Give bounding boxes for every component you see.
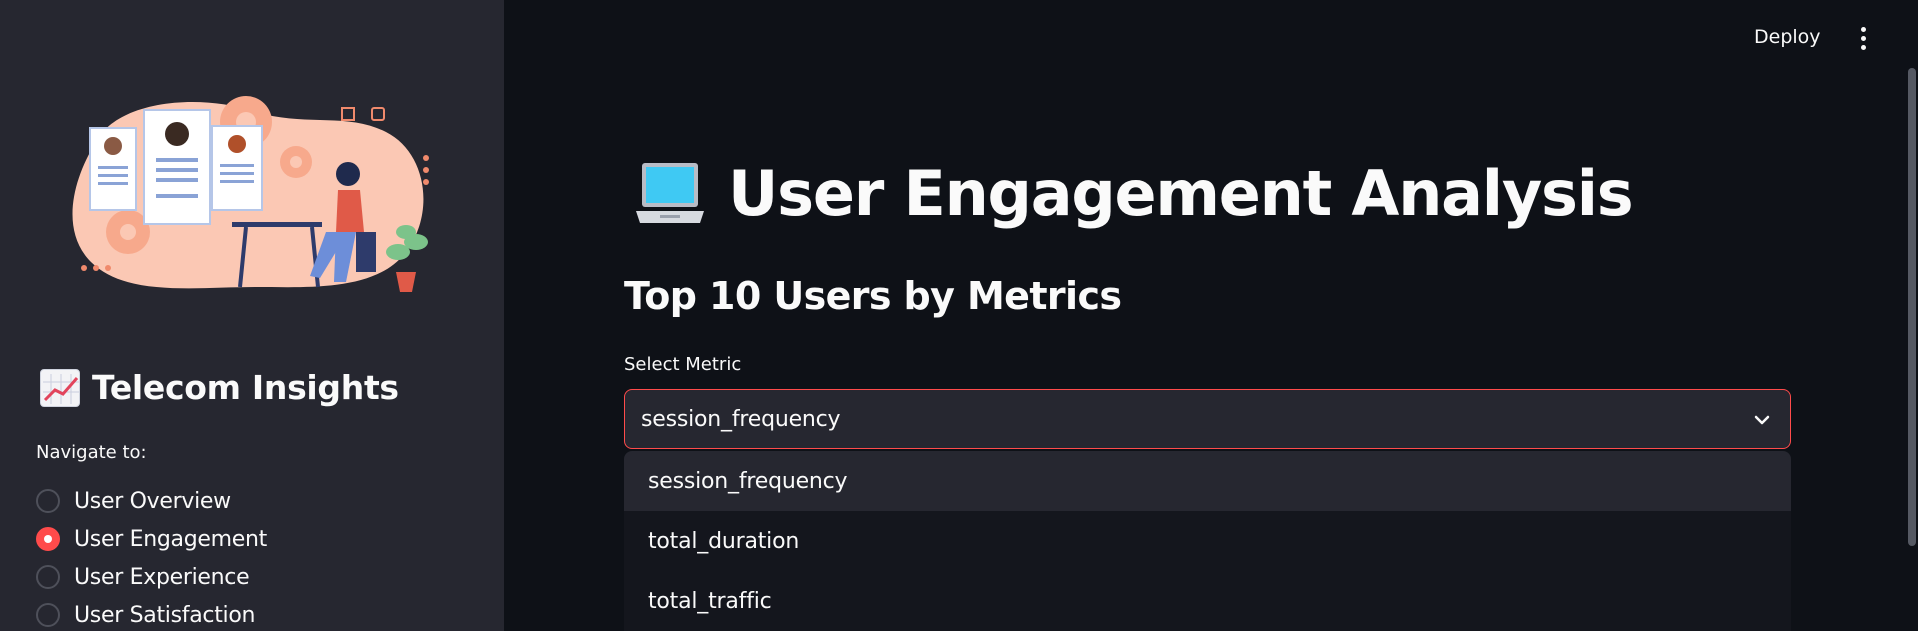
radio-button-selected[interactable] xyxy=(36,527,60,551)
radio-button[interactable] xyxy=(36,489,60,513)
page-title: User Engagement Analysis xyxy=(634,157,1634,230)
select-metric-label: Select Metric xyxy=(624,354,742,375)
chart-increasing-icon xyxy=(40,368,80,407)
metric-select-value: session_frequency xyxy=(641,406,841,432)
scrollbar[interactable] xyxy=(1908,68,1916,546)
nav-option-label: User Engagement xyxy=(74,526,267,552)
deploy-button[interactable]: Deploy xyxy=(1748,22,1827,52)
nav-option-label: User Experience xyxy=(74,564,250,590)
radio-button[interactable] xyxy=(36,603,60,627)
dropdown-option-total-traffic[interactable]: total_traffic xyxy=(624,571,1791,631)
user-profiles-illustration xyxy=(72,96,429,292)
nav-option-label: User Overview xyxy=(74,488,231,514)
radio-button[interactable] xyxy=(36,565,60,589)
kebab-menu-icon[interactable] xyxy=(1853,24,1873,52)
nav-option-label: User Satisfaction xyxy=(74,602,256,628)
app-window: Telecom Insights Navigate to: User Overv… xyxy=(0,0,1918,631)
metric-select[interactable]: session_frequency xyxy=(624,389,1791,449)
metric-dropdown-menu: session_frequency total_duration total_t… xyxy=(624,451,1791,631)
sidebar: Telecom Insights Navigate to: User Overv… xyxy=(0,0,504,631)
chevron-down-icon[interactable] xyxy=(1752,410,1772,430)
section-subheader: Top 10 Users by Metrics xyxy=(624,274,1122,318)
nav-option-user-experience[interactable]: User Experience xyxy=(36,558,267,596)
page-title-text: User Engagement Analysis xyxy=(728,157,1634,230)
sidebar-title-text: Telecom Insights xyxy=(92,368,399,407)
nav-option-user-satisfaction[interactable]: User Satisfaction xyxy=(36,596,267,631)
nav-option-user-overview[interactable]: User Overview xyxy=(36,482,267,520)
dropdown-option-total-duration[interactable]: total_duration xyxy=(624,511,1791,571)
navigation-radio-group: User Overview User Engagement User Exper… xyxy=(36,482,267,631)
sidebar-title: Telecom Insights xyxy=(40,368,399,407)
navigate-label: Navigate to: xyxy=(36,442,147,463)
nav-option-user-engagement[interactable]: User Engagement xyxy=(36,520,267,558)
dropdown-option-session-frequency[interactable]: session_frequency xyxy=(624,451,1791,511)
laptop-icon xyxy=(636,162,704,223)
